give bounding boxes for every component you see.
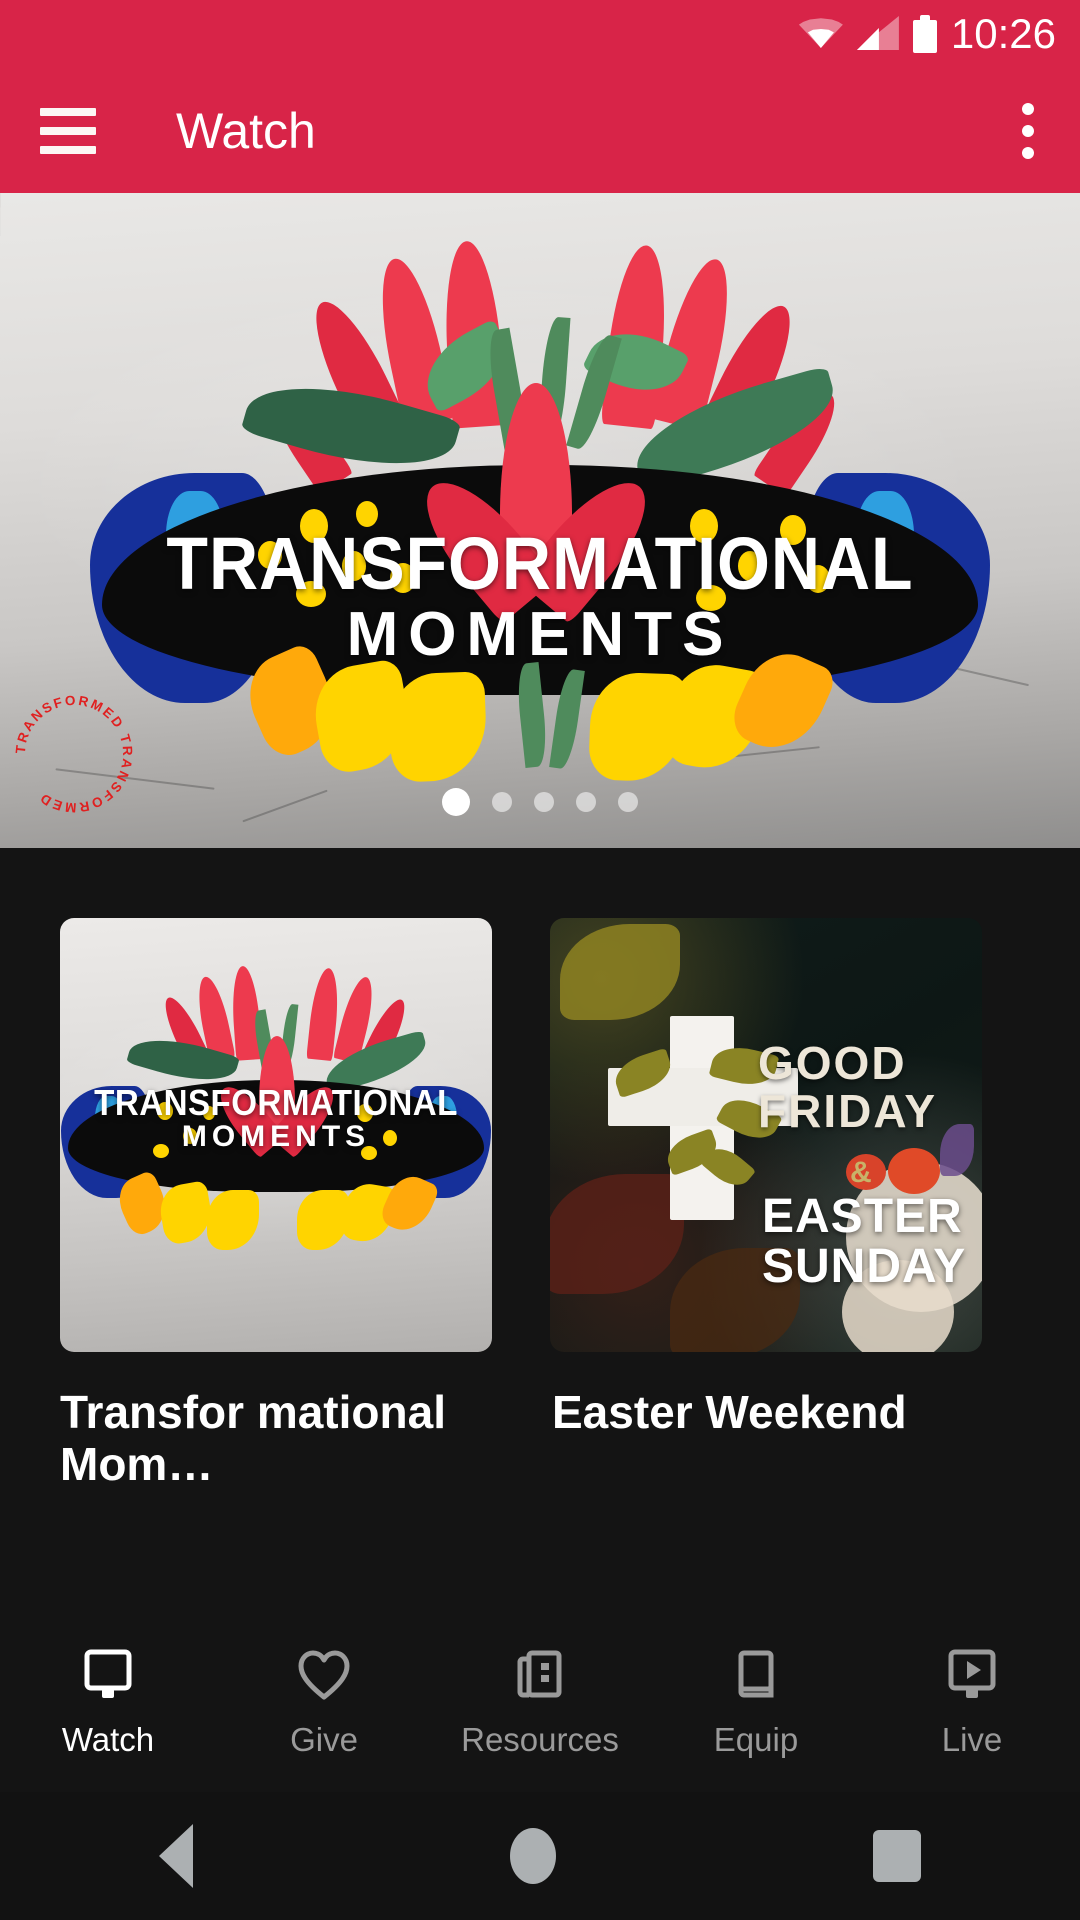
hamburger-menu-icon[interactable] — [40, 107, 96, 154]
card-thumbnail[interactable]: TRANSFORMATIONAL MOMENTS — [60, 918, 492, 1352]
tab-resources[interactable]: Resources — [432, 1649, 648, 1756]
recents-square-icon[interactable] — [873, 1830, 922, 1882]
book-icon — [727, 1649, 785, 1703]
hero-title-block: TRANSFORMATIONAL MOMENTS — [0, 522, 1080, 670]
back-triangle-icon[interactable] — [158, 1824, 193, 1888]
content-grid: TRANSFORMATIONAL MOMENTS Transfor mation… — [0, 848, 1080, 1568]
card-art-line2: EASTER SUNDAY — [762, 1190, 967, 1293]
decor-flower — [560, 924, 680, 1020]
tab-label: Give — [290, 1720, 358, 1758]
card-thumbnail[interactable]: GOOD FRIDAY & EASTER SUNDAY — [550, 918, 982, 1352]
battery-icon — [912, 15, 937, 53]
card-art-line1: GOOD FRIDAY — [758, 1037, 937, 1137]
card-art-line2: MOMENTS — [181, 1119, 371, 1153]
heart-icon — [295, 1649, 353, 1703]
card-title: Easter Weekend — [552, 1386, 907, 1438]
tab-give[interactable]: Give — [216, 1649, 432, 1756]
app-bar: Watch — [0, 68, 1080, 193]
hero-title-line1: TRANSFORMATIONAL — [166, 522, 914, 605]
carousel-dot-4[interactable] — [576, 792, 596, 812]
carousel-dot-3[interactable] — [534, 792, 554, 812]
carousel-dot-5[interactable] — [618, 792, 638, 812]
monitor-play-icon — [943, 1649, 1001, 1703]
android-navigation-bar — [0, 1792, 1080, 1920]
content-card-transformational-moments[interactable]: TRANSFORMATIONAL MOMENTS Transfor mation… — [60, 918, 492, 1568]
status-bar-clock: 10:26 — [950, 10, 1056, 57]
status-bar: 10:26 — [0, 0, 1080, 68]
carousel-pagination[interactable] — [0, 788, 1080, 816]
carousel-dot-2[interactable] — [492, 792, 512, 812]
more-vertical-icon[interactable] — [1022, 102, 1034, 159]
tab-label: Equip — [713, 1720, 799, 1758]
cellular-signal-icon — [856, 16, 899, 52]
tab-label: Watch — [61, 1720, 155, 1758]
home-circle-icon[interactable] — [509, 1828, 556, 1884]
monitor-icon — [79, 1649, 137, 1703]
newspaper-icon — [511, 1649, 569, 1703]
tab-watch[interactable]: Watch — [0, 1649, 216, 1756]
wifi-icon — [798, 16, 843, 52]
tab-live[interactable]: Live — [864, 1649, 1080, 1756]
page-title: Watch — [176, 102, 316, 159]
hero-carousel[interactable]: TRANSFORMATIONAL MOMENTS TRANSFORMED TRA… — [0, 193, 1080, 848]
decor-flower — [888, 1148, 940, 1194]
tab-equip[interactable]: Equip — [648, 1649, 864, 1756]
tab-label: Resources — [461, 1720, 619, 1758]
card-art-ampersand: & — [850, 1156, 872, 1189]
tab-label: Live — [941, 1720, 1003, 1758]
carousel-dot-1[interactable] — [442, 788, 470, 816]
card-art-line1: TRANSFORMATIONAL — [94, 1082, 458, 1123]
card-artwork-title: TRANSFORMATIONAL MOMENTS — [60, 1082, 492, 1153]
bottom-tab-bar: Watch Give Resources Equip Live — [0, 1612, 1080, 1792]
card-title: Transfor mational Mom… — [60, 1386, 446, 1491]
content-card-easter-weekend[interactable]: GOOD FRIDAY & EASTER SUNDAY Easter Weeke… — [550, 918, 982, 1568]
hero-title-line2: MOMENTS — [346, 600, 734, 670]
hero-artwork — [90, 233, 990, 793]
